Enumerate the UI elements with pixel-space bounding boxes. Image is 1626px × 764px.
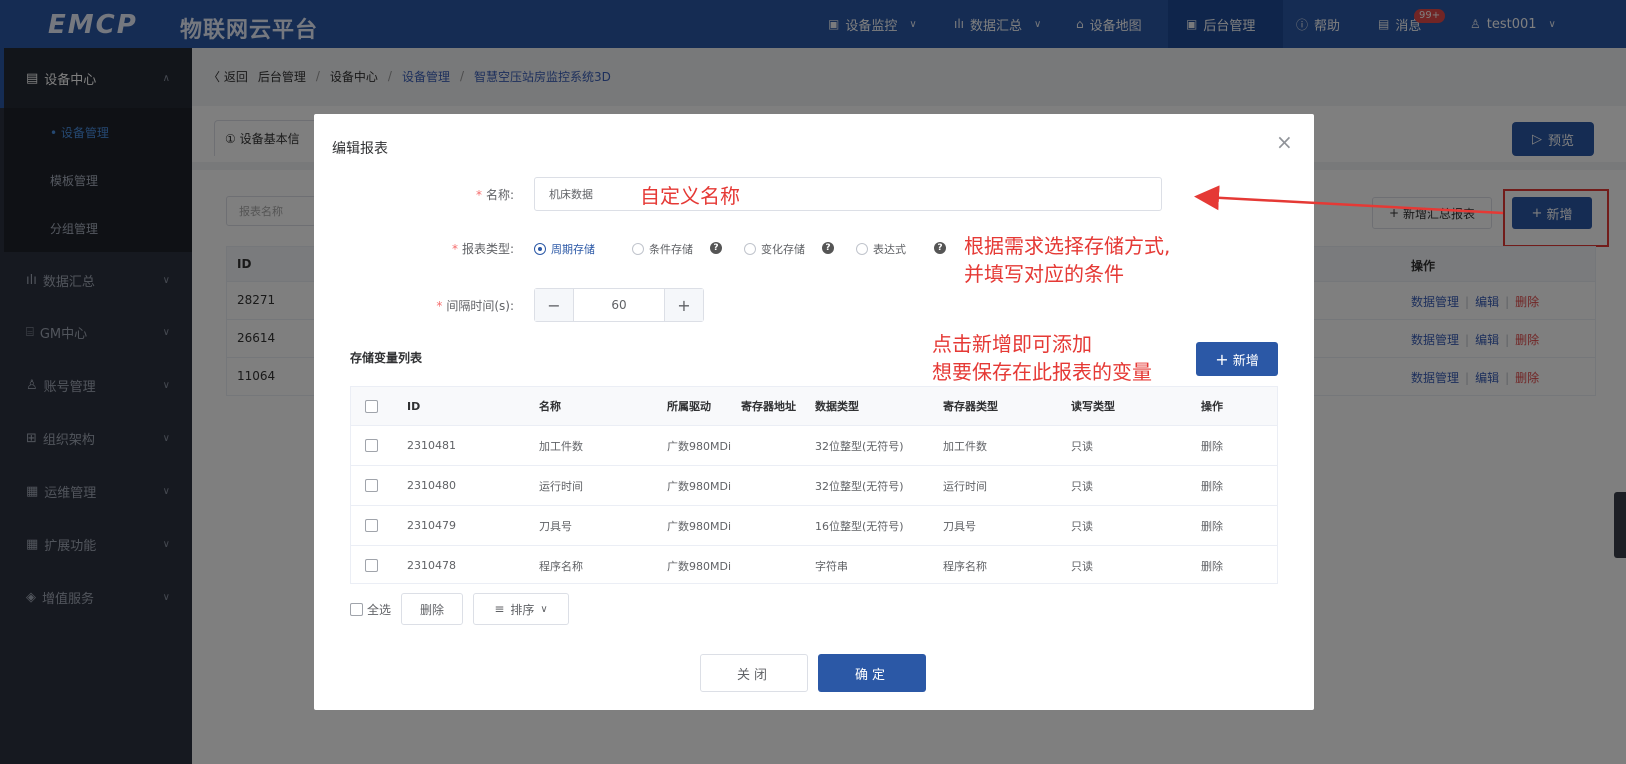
annotation-arrow bbox=[1194, 185, 1504, 215]
